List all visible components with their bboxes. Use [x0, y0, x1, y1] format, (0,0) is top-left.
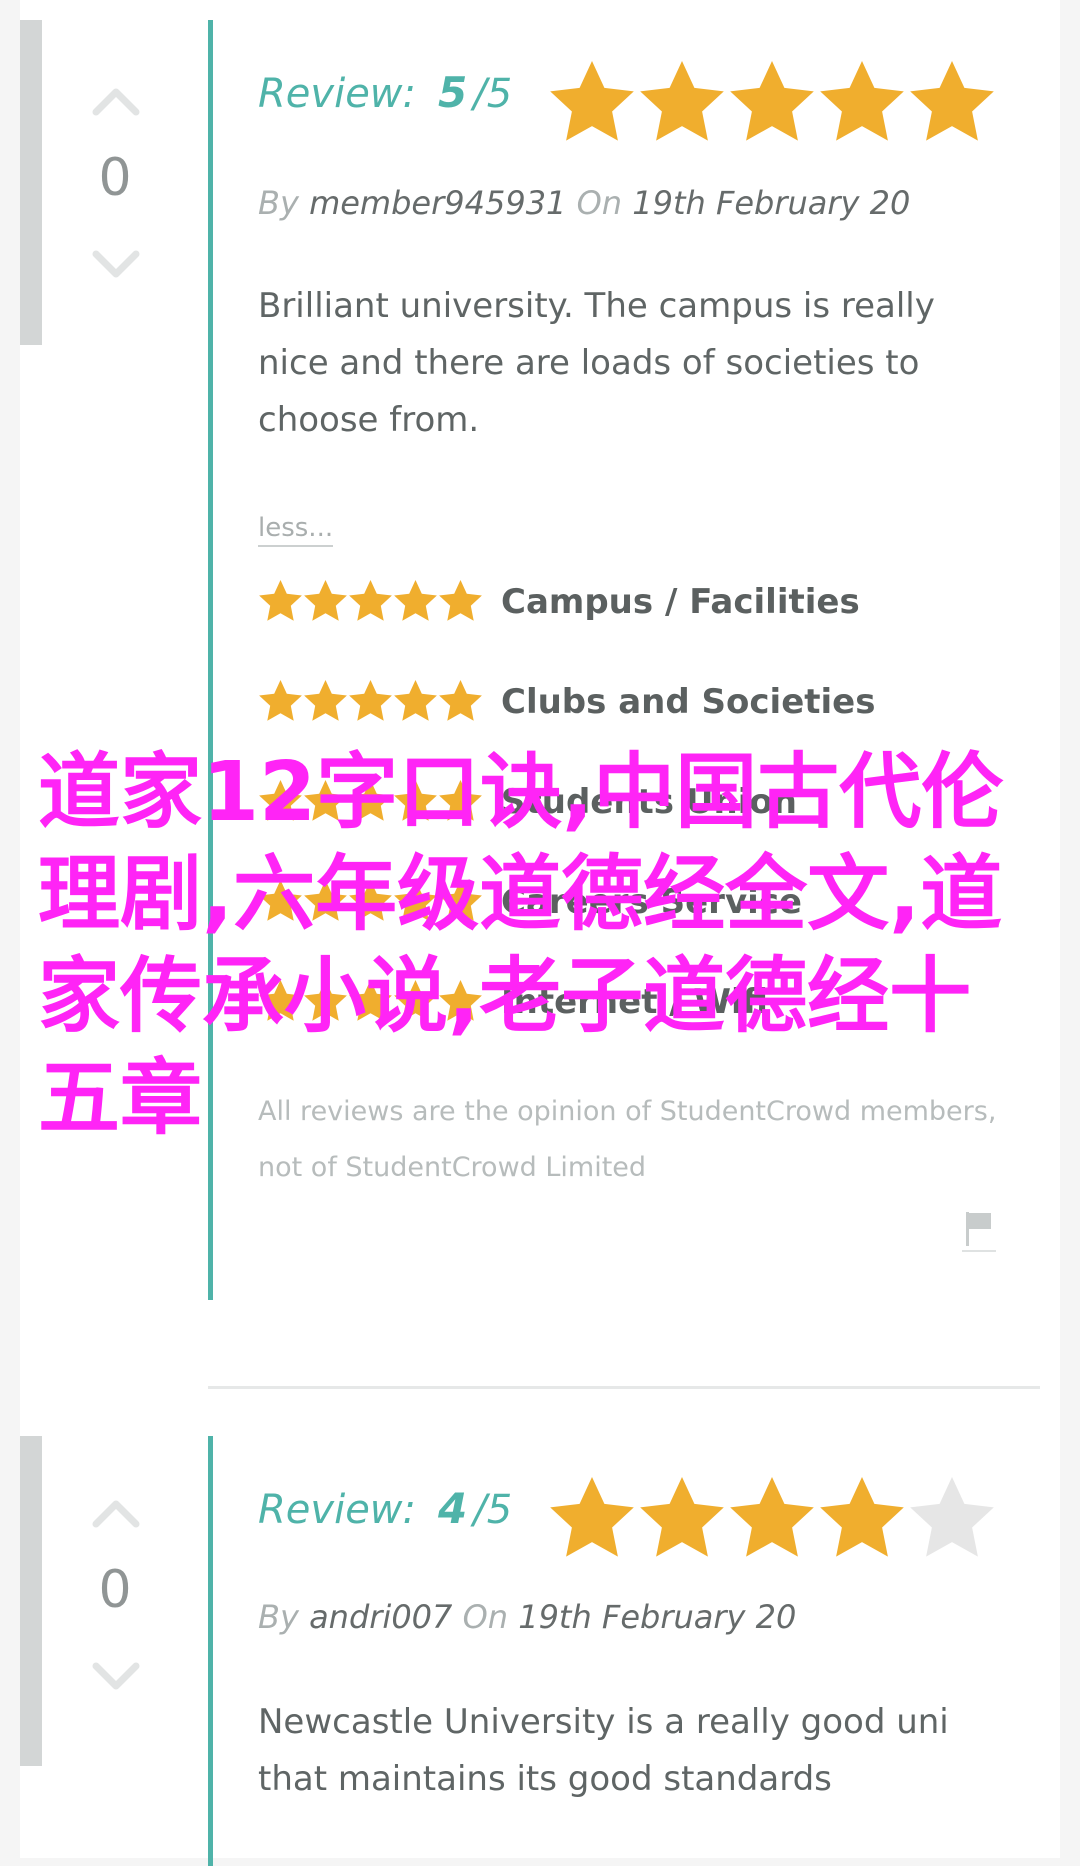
- category-label: Clubs and Societies: [501, 682, 876, 722]
- overall-star-rating: [550, 61, 994, 141]
- star-icon: [349, 980, 392, 1021]
- star-icon: [394, 980, 437, 1021]
- less-link[interactable]: less...: [258, 513, 334, 547]
- star-icon: [820, 1477, 904, 1557]
- score-value: 4: [438, 1484, 468, 1533]
- review-card: 0 Review: 5 /5 By member945931 On 19th F…: [0, 0, 1080, 1340]
- star-icon: [730, 61, 814, 141]
- star-icon: [259, 680, 302, 721]
- star-icon: [394, 680, 437, 721]
- category-label: Careers Service: [501, 882, 802, 922]
- vote-bar: [20, 20, 42, 345]
- category-label: Internet / Wifi: [501, 982, 768, 1022]
- score-max: /5: [473, 1487, 513, 1533]
- vote-count: 0: [98, 1560, 132, 1620]
- author-name[interactable]: andri007: [309, 1598, 452, 1636]
- score-value: 5: [438, 68, 468, 117]
- category-star-rating: [259, 680, 482, 721]
- star-icon: [259, 880, 302, 921]
- star-icon: [394, 880, 437, 921]
- star-icon: [304, 980, 347, 1021]
- star-icon: [910, 61, 994, 141]
- star-icon: [394, 780, 437, 821]
- chevron-up-icon[interactable]: [92, 86, 140, 116]
- review-text: Brilliant university. The campus is real…: [258, 286, 935, 440]
- by-label: By: [258, 1598, 299, 1636]
- star-icon: [349, 780, 392, 821]
- star-icon: [304, 580, 347, 621]
- accent-line: [208, 1436, 213, 1866]
- star-icon: [910, 1477, 994, 1557]
- category-row: Campus / Facilities: [258, 572, 860, 632]
- review-score: Review: 5 /5: [258, 68, 512, 117]
- star-icon: [349, 880, 392, 921]
- review-text: Newcastle University is a really good un…: [258, 1702, 949, 1799]
- on-label: On: [462, 1598, 509, 1636]
- star-icon: [640, 61, 724, 141]
- star-icon: [439, 580, 482, 621]
- star-icon: [304, 680, 347, 721]
- on-label: On: [576, 184, 623, 222]
- chevron-down-icon[interactable]: [92, 1662, 140, 1692]
- star-icon: [259, 780, 302, 821]
- category-star-rating: [259, 880, 482, 921]
- category-row: Careers Service: [258, 872, 802, 932]
- chevron-down-icon[interactable]: [92, 250, 140, 280]
- by-label: By: [258, 184, 299, 222]
- star-icon: [550, 61, 634, 141]
- star-icon: [550, 1477, 634, 1557]
- star-icon: [640, 1477, 724, 1557]
- category-star-rating: [259, 780, 482, 821]
- chevron-up-icon[interactable]: [92, 1498, 140, 1528]
- star-icon: [439, 880, 482, 921]
- star-icon: [439, 980, 482, 1021]
- star-icon: [259, 580, 302, 621]
- score-max: /5: [473, 71, 513, 117]
- star-icon: [304, 880, 347, 921]
- category-star-rating: [259, 980, 482, 1021]
- category-label: Campus / Facilities: [501, 582, 860, 622]
- category-row: Internet / Wifi: [258, 972, 768, 1032]
- review-card: 0 Review: 4 /5 By andri007 On 19th Febru…: [0, 1430, 1080, 1866]
- vote-bar: [20, 1436, 42, 1766]
- review-score: Review: 4 /5: [258, 1484, 512, 1533]
- vote-count: 0: [98, 148, 132, 208]
- review-date: 19th February 20: [632, 184, 911, 222]
- review-date: 19th February 20: [518, 1598, 797, 1636]
- score-label: Review:: [258, 1487, 416, 1533]
- star-icon: [439, 780, 482, 821]
- overall-star-rating: [550, 1477, 994, 1557]
- star-icon: [439, 680, 482, 721]
- star-icon: [259, 980, 302, 1021]
- accent-line: [208, 20, 213, 1300]
- star-icon: [304, 780, 347, 821]
- star-icon: [349, 580, 392, 621]
- byline: By member945931 On 19th February 20: [258, 184, 910, 222]
- review-disclaimer: All reviews are the opinion of StudentCr…: [258, 1096, 997, 1183]
- category-label: Students Union: [501, 782, 797, 822]
- flag-icon[interactable]: [962, 1208, 996, 1252]
- category-star-rating: [259, 580, 482, 621]
- byline: By andri007 On 19th February 20: [258, 1598, 796, 1636]
- review-separator: [208, 1386, 1040, 1389]
- author-name[interactable]: member945931: [309, 184, 566, 222]
- star-icon: [349, 680, 392, 721]
- category-row: Clubs and Societies: [258, 672, 875, 732]
- star-icon: [820, 61, 904, 141]
- category-row: Students Union: [258, 772, 797, 832]
- score-label: Review:: [258, 71, 416, 117]
- star-icon: [730, 1477, 814, 1557]
- star-icon: [394, 580, 437, 621]
